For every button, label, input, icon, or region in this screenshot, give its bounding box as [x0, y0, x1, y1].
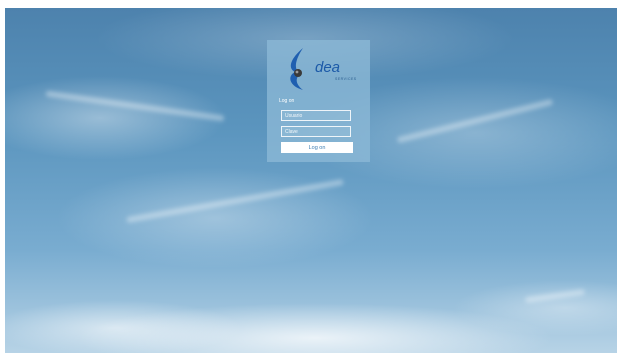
username-input[interactable] — [281, 110, 351, 121]
cloud-streak — [524, 288, 586, 304]
sky-background: dea SERVICES Log on Log on — [5, 8, 617, 353]
cloud-streak — [45, 90, 225, 122]
password-input[interactable] — [281, 126, 351, 137]
login-panel: dea SERVICES Log on Log on — [267, 40, 370, 162]
cloud-streak — [126, 178, 344, 224]
log-on-button[interactable]: Log on — [281, 142, 353, 153]
logo-tagline: SERVICES — [335, 77, 357, 81]
cloud-streak — [396, 98, 554, 144]
company-logo: dea SERVICES — [281, 46, 367, 92]
logo-wordmark: dea — [315, 59, 341, 76]
login-heading: Log on — [279, 98, 295, 104]
